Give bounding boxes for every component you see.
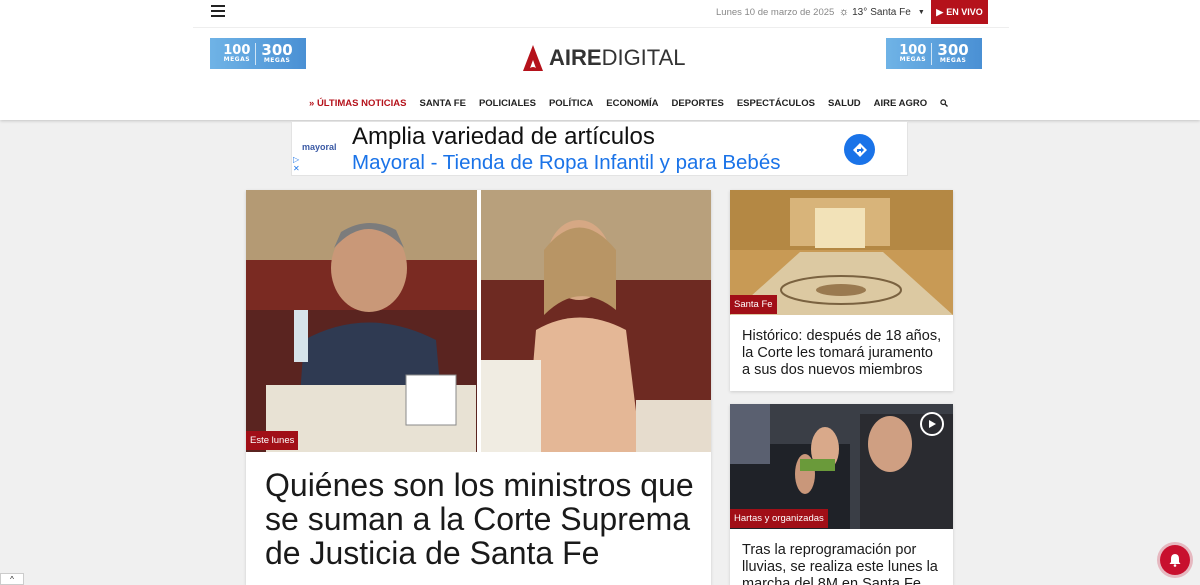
current-date: Lunes 10 de marzo de 2025 (716, 7, 835, 18)
banner-unit: MEGAS (263, 57, 291, 64)
nav-item-santa-fe[interactable]: SANTA FE (419, 98, 465, 109)
nav-item-politica[interactable]: POLÍTICA (549, 98, 593, 109)
nav-item-deportes[interactable]: DEPORTES (672, 98, 724, 109)
nav-item-ultimas-noticias[interactable]: » ÚLTIMAS NOTICIAS (309, 98, 406, 109)
banner-unit: MEGAS (939, 57, 967, 64)
story-tag: Santa Fe (730, 295, 777, 314)
weather-widget[interactable]: ☼ 13° Santa Fe ▼ (839, 6, 925, 18)
top-bar: Lunes 10 de marzo de 2025 ☼ 13° Santa Fe… (193, 0, 1009, 28)
main-story-image (246, 190, 711, 452)
internet-promo-banner-right[interactable]: 100 MEGAS 300 MEGAS (886, 38, 982, 69)
ad-headline: Amplia variedad de artículos (352, 123, 655, 150)
side-story-title[interactable]: Histórico: después de 18 años, la Corte … (742, 328, 942, 379)
live-button[interactable]: ▶ EN VIVO (931, 0, 988, 24)
ad-subheadline[interactable]: Mayoral - Tienda de Ropa Infantil y para… (352, 151, 780, 175)
ad-banner[interactable]: mayoral ▷ ✕ Amplia variedad de artículos … (291, 121, 908, 176)
double-chevron-icon: » (309, 98, 315, 109)
side-story-card[interactable]: Santa Fe Histórico: después de 18 años, … (730, 190, 953, 391)
internet-promo-banner-left[interactable]: 100 MEGAS 300 MEGAS (210, 38, 306, 69)
sun-icon: ☼ (839, 6, 850, 18)
caret-down-icon: ▼ (917, 8, 925, 16)
play-triangle-icon: ▶ (936, 6, 944, 17)
directions-arrow-icon[interactable] (844, 134, 875, 165)
banner-unit: MEGAS (223, 56, 251, 63)
site-logo[interactable]: AIREDIGITAL (521, 43, 686, 73)
main-story-card[interactable]: Este lunes Quiénes son los ministros que… (246, 190, 711, 585)
hamburger-icon[interactable] (211, 4, 225, 18)
main-nav: » ÚLTIMAS NOTICIAS SANTA FE POLICIALES P… (309, 98, 949, 109)
main-story-title[interactable]: Quiénes son los ministros que se suman a… (265, 468, 695, 570)
nav-item-aire-agro[interactable]: AIRE AGRO (874, 98, 927, 109)
weather-city: Santa Fe (870, 6, 911, 18)
story-tag: Este lunes (246, 431, 299, 450)
ad-choices-icon[interactable]: ▷ ✕ (293, 155, 300, 174)
logo-bold-text: AIRE (549, 45, 602, 70)
logo-light-text: DIGITAL (601, 45, 686, 70)
nav-item-economia[interactable]: ECONOMÍA (606, 98, 658, 109)
side-story-title[interactable]: Tras la reprogramación por lluvias, se r… (742, 542, 942, 585)
nav-item-salud[interactable]: SALUD (828, 98, 861, 109)
side-story-card[interactable]: Hartas y organizadas Tras la reprogramac… (730, 404, 953, 585)
nav-item-espectaculos[interactable]: ESPECTÁCULOS (737, 98, 815, 109)
banner-big-num: 300 (261, 41, 293, 59)
search-icon[interactable] (940, 98, 949, 109)
notification-bell-icon[interactable] (1160, 545, 1190, 575)
banner-big-num: 300 (937, 41, 969, 59)
play-icon[interactable] (920, 412, 944, 436)
banner-unit: MEGAS (899, 56, 927, 63)
chevron-up-icon[interactable]: ^ (0, 573, 24, 585)
aire-logo-mark-icon (523, 45, 543, 71)
ad-brand: mayoral (302, 142, 337, 152)
nav-item-policiales[interactable]: POLICIALES (479, 98, 536, 109)
story-tag: Hartas y organizadas (730, 509, 828, 528)
weather-temp: 13° (852, 6, 868, 18)
live-label: EN VIVO (946, 7, 983, 17)
site-header: Lunes 10 de marzo de 2025 ☼ 13° Santa Fe… (0, 0, 1200, 120)
